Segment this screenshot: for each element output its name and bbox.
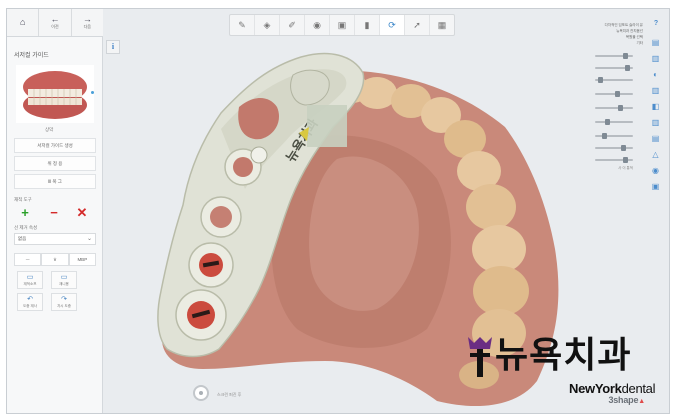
segment-minus[interactable]: ㅡ: [14, 253, 42, 266]
segment-mbp[interactable]: MBP: [68, 253, 96, 266]
smooth-icon: ▭: [60, 273, 68, 281]
redo-icon: ↷: [61, 295, 67, 303]
edit-section-label: 재적 도구: [14, 197, 32, 202]
eye-icon[interactable]: ◉: [650, 165, 661, 176]
slider-3[interactable]: [595, 77, 633, 83]
remove-button[interactable]: −: [45, 205, 63, 221]
home-icon: ⌂: [19, 17, 26, 27]
left-panel: 서저컬 가이드 상악 서저컬 가이드 생성 위 정 용 Ⅲ 복 그 재적 도구 …: [7, 37, 103, 413]
grid-icon[interactable]: ▦: [430, 15, 454, 35]
blurred-region: [307, 105, 347, 147]
right-panel-caption: 복원물 선택: [625, 35, 643, 39]
layers-icon[interactable]: ▥: [650, 117, 661, 128]
layers-icon[interactable]: ▥: [650, 85, 661, 96]
back-label: 이전: [51, 24, 59, 29]
back-button[interactable]: ← 이전: [39, 9, 72, 36]
help-icon[interactable]: ?: [651, 19, 661, 29]
slider-1[interactable]: [595, 53, 633, 59]
watermark-english-light: dental: [621, 381, 656, 396]
layers-icon[interactable]: ▤: [650, 133, 661, 144]
next-button[interactable]: → 다음: [72, 9, 103, 36]
option-dropdown[interactable]: 없음 ⌄: [14, 233, 96, 245]
orbit-control[interactable]: [193, 385, 209, 401]
brand-text: 3shape: [608, 395, 639, 405]
tile-redo[interactable]: ↷ 자시 도중: [51, 293, 77, 311]
square-icon[interactable]: ▣: [650, 181, 661, 192]
mode-segments: ㅡ ㅎ MBP: [14, 253, 96, 266]
tile-label: 도중 재사: [23, 303, 37, 308]
surface-icon: ▭: [26, 273, 34, 281]
app-window: 뉴욕치과 ⌂ ← 이전 → 다음 서저컬 가이드 상악 서저컬 가이드 생성 위…: [6, 8, 670, 414]
tooth-icon[interactable]: ◉: [305, 15, 330, 35]
menu-item-create-guide[interactable]: 서저컬 가이드 생성: [14, 138, 96, 153]
slider-knob[interactable]: [621, 145, 627, 151]
slider-9[interactable]: [595, 157, 633, 163]
watermark-korean: 뉴욕치과: [495, 334, 632, 375]
brush-icon[interactable]: ✐: [280, 15, 305, 35]
brand-mark-icon: ▲: [638, 398, 645, 405]
left-nav-bar: ⌂ ← 이전 → 다음: [7, 9, 103, 37]
watermark-english: NewYorkdental: [569, 381, 655, 396]
right-panel-subtitle: 뉴욕치과 잔치봅넌: [616, 29, 643, 33]
slider-knob[interactable]: [624, 65, 630, 71]
slider-8[interactable]: [595, 145, 633, 151]
panel-icon[interactable]: ▤: [650, 37, 661, 48]
segment-h[interactable]: ㅎ: [41, 253, 69, 266]
slider-2[interactable]: [595, 65, 633, 71]
panel-title: 서저컬 가이드: [14, 53, 49, 59]
right-panel-title: 다차적인 임포트 슬라이 유: [604, 23, 643, 27]
chevron-down-icon: ⌄: [86, 236, 92, 242]
slider-knob[interactable]: [623, 157, 629, 163]
slider-6[interactable]: [595, 119, 633, 125]
pencil-icon[interactable]: ◧: [650, 101, 661, 112]
menu-item-position[interactable]: 위 정 용: [14, 156, 96, 171]
brand-logo: 3shape▲: [608, 395, 645, 405]
slider-knob[interactable]: [601, 133, 607, 139]
add-button[interactable]: +: [16, 205, 34, 221]
slider-knob[interactable]: [598, 77, 604, 83]
tooth-icon[interactable]: ◐: [650, 69, 661, 80]
tile-label: 자시 도중: [57, 303, 71, 308]
tile-edit-surface[interactable]: ▭ 재적소프: [17, 271, 43, 289]
watermark-english-bold: NewYork: [569, 381, 622, 396]
model-icon[interactable]: ◈: [255, 15, 280, 35]
next-label: 다음: [83, 24, 91, 29]
arrow-left-icon: ←: [50, 14, 60, 24]
arrow-right-icon: →: [82, 14, 92, 24]
visibility-check-label[interactable]: 사 이 통적: [618, 166, 633, 171]
slider-knob[interactable]: [623, 53, 629, 59]
slider-4[interactable]: [595, 91, 633, 97]
tile-label: 재적소프: [23, 281, 37, 286]
pen-icon[interactable]: ✎: [230, 15, 255, 35]
tooth-logo-icon: [468, 337, 492, 377]
top-toolbar: ✎ ◈ ✐ ◉ ▣ ▮ ⟳ ➚ ▦: [229, 14, 455, 36]
tile-undo[interactable]: ↶ 도중 재사: [17, 293, 43, 311]
dropdown-value: 없음: [18, 236, 27, 241]
info-button[interactable]: i: [106, 40, 120, 54]
slider-knob[interactable]: [618, 105, 624, 111]
arrow-icon[interactable]: ➚: [405, 15, 430, 35]
option-label: 선 제거 속성: [14, 225, 38, 230]
layers-icon[interactable]: ▥: [650, 53, 661, 64]
orbit-label: 스크린 퍼진 후: [217, 392, 242, 397]
cone-icon[interactable]: △: [650, 149, 661, 160]
slider-knob[interactable]: [614, 91, 620, 97]
model-thumbnail[interactable]: [16, 65, 94, 123]
camera-icon[interactable]: ⟳: [380, 15, 405, 35]
slider-7[interactable]: [595, 133, 633, 139]
thumbnail-caption: 상악: [45, 127, 54, 132]
slider-5[interactable]: [595, 105, 633, 111]
undo-icon: ↶: [27, 295, 33, 303]
slider-knob[interactable]: [604, 119, 610, 125]
home-button[interactable]: ⌂: [7, 9, 40, 36]
tile-smooth[interactable]: ▭ 재니용: [51, 271, 77, 289]
thumbnail-indicator: [91, 91, 94, 94]
cube-icon[interactable]: ▣: [330, 15, 355, 35]
ruler-icon[interactable]: ▮: [355, 15, 380, 35]
menu-item-restore[interactable]: Ⅲ 복 그: [14, 174, 96, 189]
tile-label: 재니용: [59, 281, 69, 286]
delete-button[interactable]: ✕: [73, 205, 91, 221]
right-panel-extra: 기타: [636, 41, 643, 45]
